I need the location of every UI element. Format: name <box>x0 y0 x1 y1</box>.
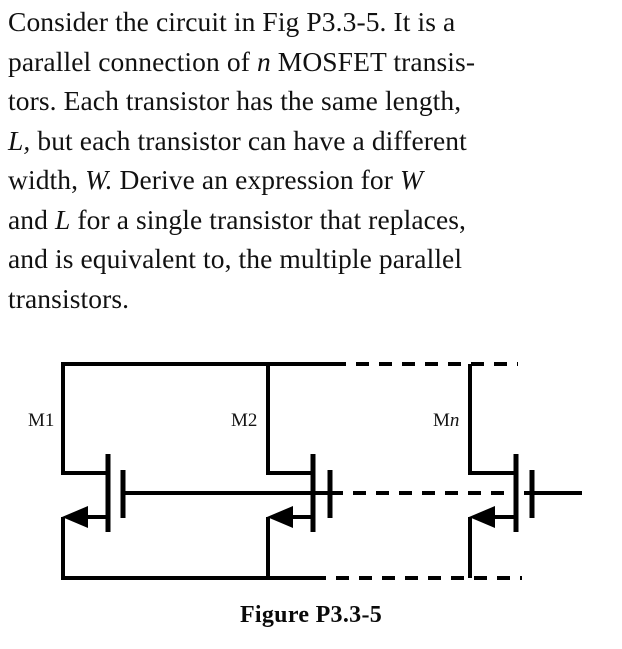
problem-line: and L for a single transistor that repla… <box>8 203 467 235</box>
mn-index: n <box>449 410 460 431</box>
problem-line: and is equivalent to, the multiple paral… <box>8 243 463 274</box>
m1-source-arrow <box>62 506 88 528</box>
transistor-m2 <box>266 364 333 578</box>
mn-source-arrow <box>469 506 495 528</box>
transistor-m1 <box>61 364 126 578</box>
m2-source-arrow <box>267 506 293 528</box>
problem-line: parallel connection of n MOSFET transis- <box>8 45 476 77</box>
transistor-label-m2: M2 <box>231 410 258 431</box>
problem-line: transistors. <box>8 282 130 314</box>
transistor-mn <box>468 364 535 578</box>
problem-line: Consider the circuit in Fig P3.3-5. It i… <box>8 6 456 37</box>
problem-line: L, but each transistor can have a differ… <box>8 124 467 156</box>
problem-line: tors. Each transistor has the same lengt… <box>8 85 462 116</box>
figure-caption: Figure P3.3-5 <box>239 602 383 628</box>
problem-statement-text: Consider the circuit in Fig P3.3-5. It i… <box>8 2 614 318</box>
problem-line: width, W. Derive an expression for W <box>8 164 424 195</box>
transistor-label-m1: M1 <box>28 410 55 431</box>
transistor-label-mn: Mn <box>433 410 459 432</box>
mn-prefix: M <box>433 410 450 431</box>
